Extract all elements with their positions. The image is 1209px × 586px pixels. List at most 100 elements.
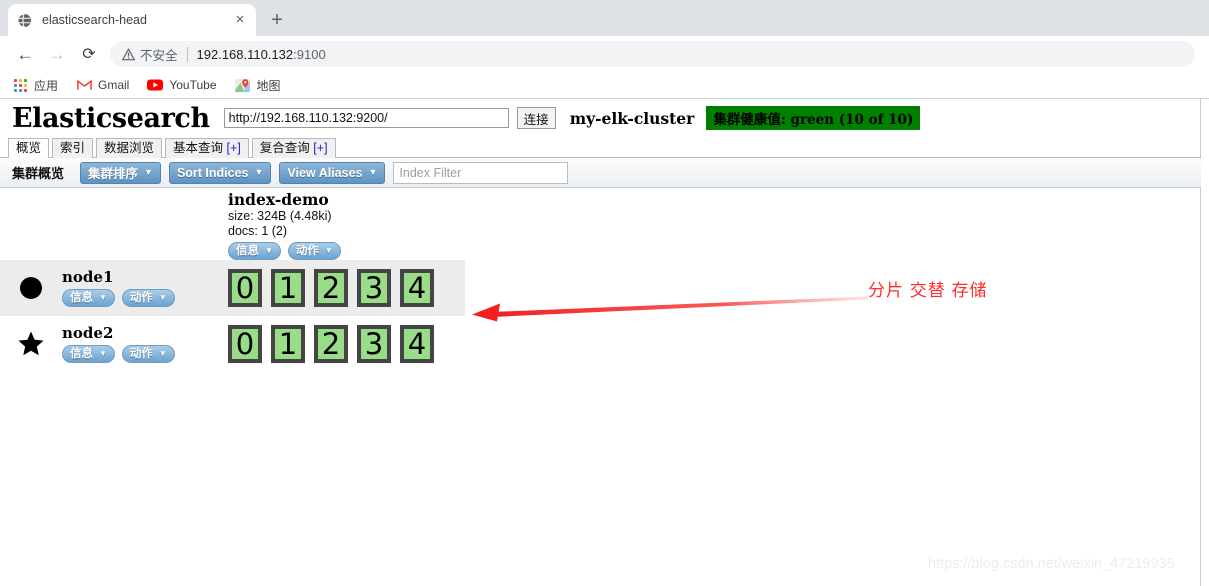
sort-indices-button[interactable]: Sort Indices ▼	[168, 161, 272, 184]
bookmark-label: 应用	[34, 78, 59, 93]
cluster-health-badge: 集群健康值: green (10 of 10)	[706, 106, 921, 130]
youtube-icon	[147, 77, 164, 93]
bookmark-label: Gmail	[98, 78, 130, 92]
button-label: 信息	[236, 245, 259, 257]
not-secure-label: 不安全	[140, 48, 178, 63]
chevron-down-icon: ▼	[144, 167, 153, 177]
node-info: node2 信息 ▼ 动作 ▼	[62, 325, 228, 363]
cluster-name: my-elk-cluster	[569, 108, 695, 128]
elasticsearch-head-app: Elasticsearch 连接 my-elk-cluster 集群健康值: g…	[0, 99, 1201, 586]
address-bar[interactable]: 不安全 192.168.110.132:9100	[110, 41, 1195, 67]
node-info: node1 信息 ▼ 动作 ▼	[62, 269, 228, 307]
index-name: index-demo	[228, 190, 329, 209]
screenshot-root: elasticsearch-head × + ← → ⟳ 不安全 192.168…	[0, 0, 1209, 586]
bookmark-maps[interactable]: 地图	[235, 77, 281, 94]
index-actions: 信息 ▼ 动作 ▼	[228, 242, 468, 260]
omnibox-url-port: :9100	[293, 46, 326, 62]
shard-list: 0 1 2 3 4	[228, 325, 443, 363]
cluster-url-input[interactable]	[223, 108, 509, 128]
shard-list: 0 1 2 3 4	[228, 269, 443, 307]
close-icon[interactable]: ×	[232, 12, 248, 28]
back-icon[interactable]: ←	[14, 44, 36, 66]
shard[interactable]: 2	[314, 269, 348, 307]
browser-tab[interactable]: elasticsearch-head ×	[8, 4, 256, 36]
node-row: node2 信息 ▼ 动作 ▼ 0 1 2 3 4	[0, 316, 465, 372]
index-header: index-demo size: 324B (4.48ki) docs: 1 (…	[228, 191, 468, 260]
circle-node-icon	[0, 275, 62, 301]
shard[interactable]: 0	[228, 269, 262, 307]
button-label: 动作	[295, 245, 319, 257]
tab-basic-query[interactable]: 基本查询 [+]	[165, 138, 249, 158]
tab-data-browse[interactable]: 数据浏览	[96, 138, 163, 158]
index-docs: docs: 1 (2)	[228, 224, 288, 238]
bookmark-youtube[interactable]: YouTube	[147, 77, 217, 93]
bookmark-gmail[interactable]: Gmail	[76, 77, 129, 93]
chevron-down-icon: ▼	[368, 167, 378, 177]
tab-label: 复合查询	[259, 141, 310, 155]
annotation-text: 分片 交替 存储	[868, 281, 988, 300]
button-label: 动作	[129, 348, 153, 360]
tab-overview[interactable]: 概览	[8, 138, 50, 158]
chevron-down-icon: ▼	[265, 246, 273, 255]
chevron-down-icon: ▼	[254, 167, 264, 177]
node-name: node1	[62, 268, 114, 286]
cluster-overview: index-demo size: 324B (4.48ki) docs: 1 (…	[0, 188, 1201, 586]
button-label: 信息	[70, 348, 93, 360]
shard[interactable]: 4	[400, 325, 434, 363]
button-label: 集群排序	[88, 167, 139, 181]
shard[interactable]: 3	[357, 269, 391, 307]
button-label: Sort Indices	[176, 165, 249, 180]
chevron-down-icon: ▼	[99, 349, 107, 358]
shard[interactable]: 1	[271, 269, 305, 307]
tab-indices[interactable]: 索引	[52, 138, 94, 158]
index-info-button[interactable]: 信息 ▼	[228, 242, 281, 260]
node-info-button[interactable]: 信息 ▼	[62, 345, 115, 363]
app-logo: Elasticsearch	[12, 102, 210, 134]
app-tabs: 概览 索引 数据浏览 基本查询 [+] 复合查询 [+]	[0, 137, 1201, 158]
index-filter-input[interactable]	[393, 161, 569, 184]
tab-composite-query[interactable]: 复合查询 [+]	[251, 138, 336, 158]
shard[interactable]: 0	[228, 325, 262, 363]
page-viewport: Elasticsearch 连接 my-elk-cluster 集群健康值: g…	[0, 98, 1209, 586]
chevron-down-icon: ▼	[158, 349, 167, 358]
shard[interactable]: 4	[400, 269, 434, 307]
browser-toolbar: ← → ⟳ 不安全 192.168.110.132:9100	[0, 36, 1209, 72]
star-master-icon	[0, 329, 62, 359]
gmail-icon	[76, 77, 92, 93]
new-tab-button[interactable]: +	[264, 8, 290, 34]
index-action-button[interactable]: 动作 ▼	[287, 242, 341, 260]
shard[interactable]: 2	[314, 325, 348, 363]
chevron-down-icon: ▼	[324, 246, 333, 255]
tab-plus: [+]	[313, 141, 328, 155]
index-size: size: 324B (4.48ki)	[228, 209, 332, 223]
node-action-button[interactable]: 动作 ▼	[121, 289, 175, 307]
apps-grid-icon	[12, 77, 28, 93]
chevron-down-icon: ▼	[158, 293, 167, 302]
left-arrow-annotation	[470, 288, 870, 329]
tab-label: 索引	[60, 141, 86, 155]
button-label: 动作	[129, 292, 153, 304]
bookmark-label: 地图	[256, 78, 281, 93]
globe-icon	[16, 12, 32, 28]
omnibox-divider	[186, 46, 188, 62]
node-action-button[interactable]: 动作 ▼	[121, 345, 175, 363]
chevron-down-icon: ▼	[99, 293, 107, 302]
connect-button[interactable]: 连接	[516, 107, 556, 129]
omnibox-url: 192.168.110.132:9100	[197, 47, 326, 62]
not-secure-indicator[interactable]: 不安全	[122, 45, 178, 64]
tab-label: 基本查询	[173, 141, 224, 155]
overview-toolbar: 集群概览 集群排序 ▼ Sort Indices ▼ View Aliases …	[0, 158, 1201, 188]
bookmark-apps[interactable]: 应用	[12, 77, 58, 94]
reload-icon[interactable]: ⟳	[78, 44, 100, 66]
forward-icon[interactable]: →	[46, 44, 68, 66]
view-aliases-button[interactable]: View Aliases ▼	[279, 161, 386, 184]
tab-plus: [+]	[226, 141, 241, 155]
button-label: View Aliases	[287, 165, 363, 180]
shard[interactable]: 1	[271, 325, 305, 363]
sort-cluster-button[interactable]: 集群排序 ▼	[80, 161, 161, 184]
shard[interactable]: 3	[357, 325, 391, 363]
bookmark-label: YouTube	[169, 78, 217, 92]
node-name: node2	[62, 324, 114, 342]
node-info-button[interactable]: 信息 ▼	[62, 289, 115, 307]
warning-triangle-icon	[122, 48, 135, 61]
